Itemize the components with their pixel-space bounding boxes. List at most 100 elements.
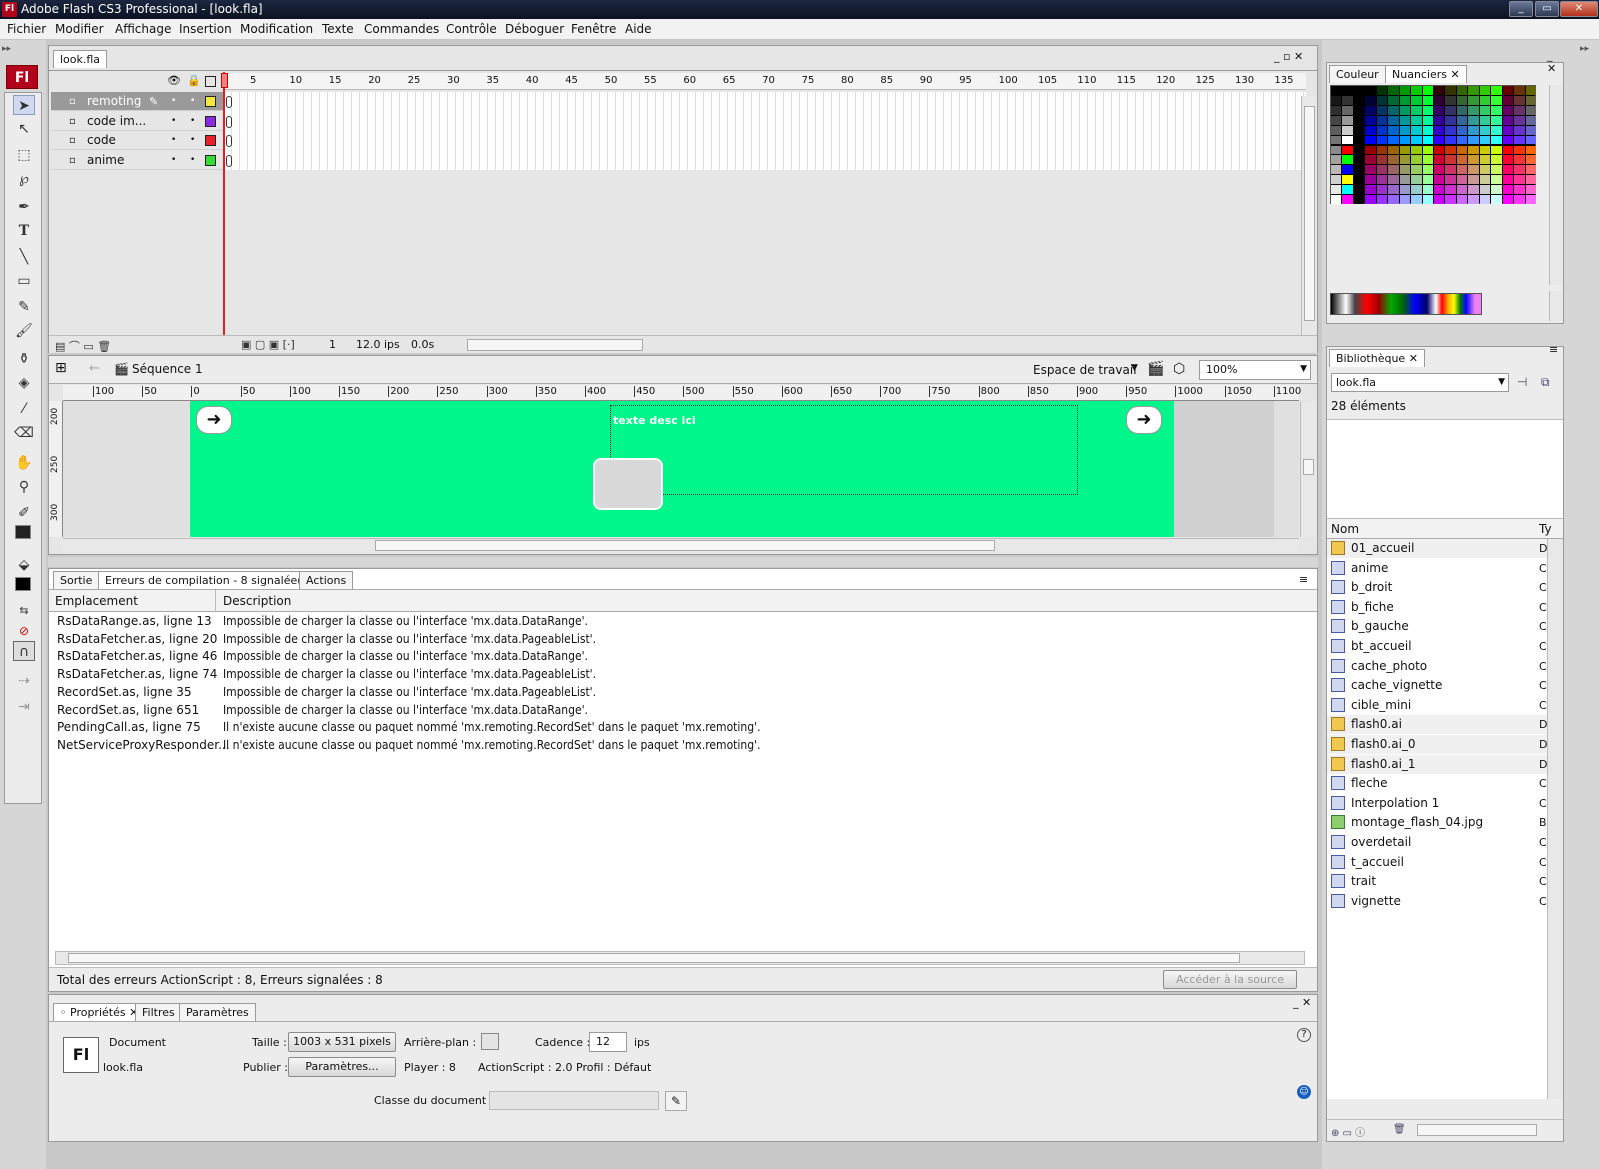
swatch-cell[interactable] [1502,115,1514,125]
lock-dot[interactable]: • [190,92,195,111]
list-item[interactable]: anime C [1327,559,1563,578]
lock-dot[interactable]: • [190,112,195,131]
swatch-cell[interactable] [1468,155,1479,165]
swatch-cell[interactable] [1514,195,1525,204]
pen-tool-icon[interactable]: ✒ [13,197,35,217]
help-icon[interactable]: ? [1297,1028,1311,1042]
swatch-cell[interactable] [1353,175,1365,185]
close-window-button[interactable]: ✕ [1560,1,1598,17]
props-close-icon[interactable]: _ ✕ [1293,996,1311,1009]
swatch-cell[interactable] [1342,135,1353,145]
outline-color-swatch[interactable] [205,96,216,107]
swatch-cell[interactable] [1411,125,1422,135]
swatch-cell[interactable] [1388,86,1399,95]
menu-insertion[interactable]: Insertion [179,22,232,36]
outline-color-swatch[interactable] [205,154,216,166]
list-item[interactable]: flash0.ai D [1327,715,1563,735]
swatch-cell[interactable] [1422,95,1433,105]
swatch-cell[interactable] [1411,95,1422,105]
swatch-cell[interactable] [1456,165,1468,175]
list-item[interactable]: b_droit C [1327,578,1563,597]
swatch-cell[interactable] [1365,155,1376,165]
swatch-cell[interactable] [1411,115,1422,125]
tab-nuanciers[interactable]: Nuanciers ✕ [1385,65,1467,83]
visibility-dot[interactable]: • [171,92,176,111]
swatch-cell[interactable] [1468,165,1479,175]
tab-sortie[interactable]: Sortie [53,571,100,589]
swatch-cell[interactable] [1445,115,1456,125]
swatch-cell[interactable] [1456,185,1468,195]
swatch-cell[interactable] [1399,155,1411,165]
swatch-cell[interactable] [1411,185,1422,195]
swatch-cell[interactable] [1342,195,1353,204]
swatch-cell[interactable] [1376,86,1388,95]
timeline-hscrollbar[interactable] [467,339,643,351]
layer-name[interactable]: remoting [87,92,141,111]
swatch-cell[interactable] [1342,175,1353,185]
errors-hscrollbar[interactable] [55,951,1305,965]
scene-name[interactable]: Séquence 1 [132,362,203,376]
swatch-cell[interactable] [1468,145,1479,155]
col-name[interactable]: Nom [1331,522,1359,536]
list-item[interactable]: vignette C [1327,892,1563,911]
visibility-dot[interactable]: • [171,151,176,170]
minimize-button[interactable]: _ [1509,1,1533,17]
swatch-cell[interactable] [1342,145,1353,155]
swatch-cell[interactable] [1491,165,1502,175]
subselection-tool-icon[interactable]: ↖ [13,119,35,139]
swatch-cell[interactable] [1342,185,1353,195]
swatch-cell[interactable] [1514,125,1525,135]
swatch-cell[interactable] [1525,105,1536,115]
swatch-cell[interactable] [1468,86,1479,95]
swatch-cell[interactable] [1376,155,1388,165]
panel-splitter[interactable] [48,557,1318,567]
swatch-cell[interactable] [1342,165,1353,175]
swatch-cell[interactable] [1514,175,1525,185]
keyframe[interactable] [226,96,232,108]
list-item[interactable]: b_gauche C [1327,617,1563,636]
swatch-cell[interactable] [1468,185,1479,195]
arrow-left-icon[interactable]: ➜ [196,406,232,434]
swatch-cell[interactable] [1422,145,1433,155]
swatch-cell[interactable] [1376,165,1388,175]
layer-name[interactable]: code [87,131,116,150]
swatch-cell[interactable] [1353,125,1365,135]
swatch-cell[interactable] [1502,145,1514,155]
swatch-cell[interactable] [1388,195,1399,204]
onion-skin-buttons-icon[interactable]: ▣ ▢ ▣ [·] [241,338,295,351]
publish-settings-button[interactable]: Paramètres... [288,1057,396,1077]
swatch-cell[interactable] [1331,125,1342,135]
swatch-cell[interactable] [1434,175,1445,185]
gradient-vscrollbar[interactable] [1549,291,1563,321]
brush-tool-icon[interactable]: 🖌 [13,321,35,341]
swatch-cell[interactable] [1376,95,1388,105]
swatch-cell[interactable] [1376,105,1388,115]
edit-class-icon[interactable]: ✎ [665,1091,687,1111]
frame-ruler[interactable]: 5 10 15 20 25 30 35 40 45 50 55 60 65 70 75 80 85 90 95 100… [224,73,1306,90]
swatch-cell[interactable] [1388,105,1399,115]
swatch-cell[interactable] [1514,105,1525,115]
swatch-cell[interactable] [1388,115,1399,125]
tab-parametres[interactable]: Paramètres [179,1003,256,1021]
swatch-cell[interactable] [1365,165,1376,175]
workspace-menu[interactable]: Espace de travail [1033,363,1137,377]
swatch-cell[interactable] [1525,185,1536,195]
swatch-cell[interactable] [1342,86,1353,95]
menu-fichier[interactable]: Fichier [7,22,46,36]
column-divider[interactable] [215,590,216,612]
swatch-cell[interactable] [1376,135,1388,145]
workspace-dropdown-icon[interactable]: ▼ [1131,363,1138,373]
line-tool-icon[interactable]: ╲ [13,247,35,267]
outline-color-swatch[interactable] [205,115,216,127]
swatch-cell[interactable] [1411,135,1422,145]
swatch-cell[interactable] [1456,86,1468,95]
swatch-cell[interactable] [1445,165,1456,175]
swatch-cell[interactable] [1456,95,1468,105]
stroke-color-swatch[interactable] [15,525,31,539]
swatch-cell[interactable] [1388,135,1399,145]
new-library-icon[interactable]: ⧉ [1541,375,1550,390]
arrow-right-icon[interactable]: ➜ [1126,406,1162,434]
gradient-swatches[interactable] [1330,293,1482,315]
list-item[interactable]: montage_flash_04.jpg B [1327,813,1563,832]
swatch-cell[interactable] [1376,195,1388,204]
